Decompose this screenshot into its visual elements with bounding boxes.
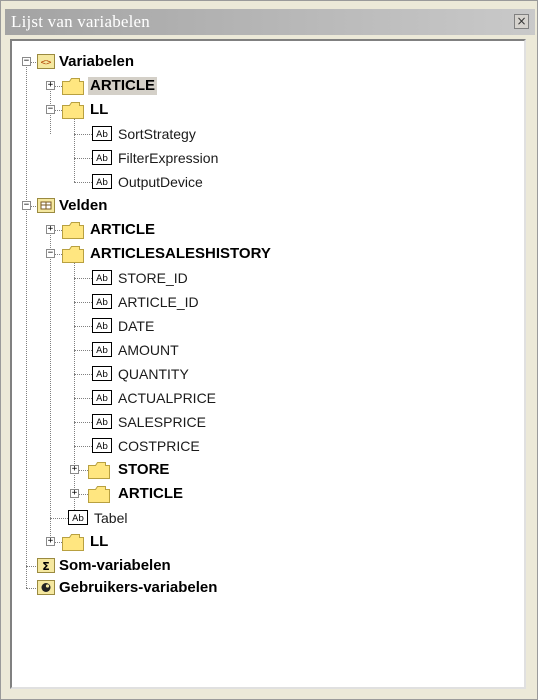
tree-label: DATE [118,318,155,334]
tree-node-articlesaleshistory[interactable]: − ARTICLESALESHISTORY [12,243,372,265]
svg-text:Ab: Ab [96,298,108,308]
collapse-toggle[interactable]: − [22,57,31,66]
tree-label: Gebruikers-variabelen [59,579,218,596]
collapse-toggle[interactable]: − [46,249,55,258]
svg-text:Ab: Ab [96,154,108,164]
tree-node-variable[interactable]: Ab OutputDevice [12,171,312,193]
tree-node-field[interactable]: Ab DATE [12,315,312,337]
text-variable-icon: Ab [92,438,112,453]
variables-icon: <> [37,54,55,69]
svg-text:<>: <> [41,58,52,68]
expand-toggle[interactable]: + [46,537,55,546]
text-variable-icon: Ab [92,270,112,285]
title-bar[interactable]: Lijst van variabelen × [5,9,535,35]
svg-text:Ab: Ab [96,322,108,332]
tree-node-variabelen-ll[interactable]: − LL [12,99,212,121]
tree-label: Som-variabelen [59,557,171,574]
svg-text:Ab: Ab [96,274,108,284]
variables-tree[interactable]: − <> Variabelen + ARTICLE − LL Ab SortSt… [12,41,524,687]
folder-icon [62,222,84,239]
tree-node-gebruikers-variabelen[interactable]: Gebruikers-variabelen [12,577,312,599]
text-variable-icon: Ab [92,174,112,189]
svg-text:Ab: Ab [72,514,84,524]
svg-text:Ab: Ab [96,346,108,356]
table-icon [37,198,55,213]
tree-label: STORE_ID [118,270,188,286]
text-variable-icon: Ab [92,342,112,357]
tree-label: ARTICLE [90,221,155,238]
tree-node-field[interactable]: Ab QUANTITY [12,363,312,385]
tree-node-field[interactable]: Ab ACTUALPRICE [12,387,312,409]
tree-node-velden-article[interactable]: + ARTICLE [12,219,232,241]
folder-icon [62,78,84,95]
tree-node-variable[interactable]: Ab FilterExpression [12,147,312,169]
tree-node-store[interactable]: + STORE [12,459,252,481]
tree-node-field[interactable]: Ab SALESPRICE [12,411,312,433]
text-variable-icon: Ab [68,510,88,525]
tree-node-history-article[interactable]: + ARTICLE [12,483,252,505]
tree-node-variable[interactable]: Ab SortStrategy [12,123,312,145]
tree-node-field[interactable]: Ab STORE_ID [12,267,312,289]
tree-label: OutputDevice [118,174,203,190]
variables-window: Lijst van variabelen × − <> Variabelen +… [0,0,538,700]
tree-label: SortStrategy [118,126,196,142]
window-title: Lijst van variabelen [11,12,151,31]
tree-label: ARTICLESALESHISTORY [90,245,271,262]
text-variable-icon: Ab [92,414,112,429]
tree-label: COSTPRICE [118,438,200,454]
svg-text:Ab: Ab [96,442,108,452]
folder-icon [88,462,110,479]
tree-label: ARTICLE [118,485,183,502]
tree-label: Velden [59,197,108,214]
tree-label: ARTICLE [88,77,157,95]
expand-toggle[interactable]: + [46,225,55,234]
tree-label: LL [90,101,109,118]
tree-node-field[interactable]: Ab ARTICLE_ID [12,291,312,313]
tree-label: FilterExpression [118,150,219,166]
sum-icon: Σ [37,558,55,573]
close-button[interactable]: × [514,14,529,29]
tree-label: QUANTITY [118,366,189,382]
text-variable-icon: Ab [92,150,112,165]
tree-node-velden-ll[interactable]: + LL [12,531,212,553]
svg-text:Ab: Ab [96,178,108,188]
svg-text:Ab: Ab [96,130,108,140]
tree-node-velden[interactable]: − Velden [12,195,212,217]
user-variables-icon [37,580,55,595]
tree-node-som-variabelen[interactable]: Σ Som-variabelen [12,555,272,577]
text-variable-icon: Ab [92,366,112,381]
tree-label: SALESPRICE [118,414,206,430]
text-variable-icon: Ab [92,294,112,309]
folder-open-icon [62,246,84,263]
expand-toggle[interactable]: + [70,465,79,474]
expand-toggle[interactable]: + [70,489,79,498]
tree-label: ARTICLE_ID [118,294,199,310]
tree-node-field[interactable]: Ab AMOUNT [12,339,312,361]
tree-label: LL [90,533,109,550]
collapse-toggle[interactable]: − [22,201,31,210]
tree-node-field[interactable]: Ab COSTPRICE [12,435,312,457]
text-variable-icon: Ab [92,126,112,141]
text-variable-icon: Ab [92,390,112,405]
tree-node-tabel[interactable]: Ab Tabel [12,507,212,529]
folder-open-icon [62,102,84,119]
expand-toggle[interactable]: + [46,81,55,90]
tree-label: Variabelen [59,53,135,70]
tree-label: AMOUNT [118,342,179,358]
tree-node-variabelen[interactable]: − <> Variabelen [12,51,212,73]
tree-label: ACTUALPRICE [118,390,217,406]
svg-text:Σ: Σ [42,560,50,573]
tree-label: STORE [118,461,170,478]
variables-tree-panel[interactable]: − <> Variabelen + ARTICLE − LL Ab SortSt… [10,39,526,689]
tree-node-variabelen-article[interactable]: + ARTICLE [12,75,232,97]
folder-icon [88,486,110,503]
text-variable-icon: Ab [92,318,112,333]
svg-text:Ab: Ab [96,394,108,404]
folder-icon [62,534,84,551]
collapse-toggle[interactable]: − [46,105,55,114]
tree-label: Tabel [94,510,128,526]
svg-text:Ab: Ab [96,418,108,428]
svg-text:Ab: Ab [96,370,108,380]
